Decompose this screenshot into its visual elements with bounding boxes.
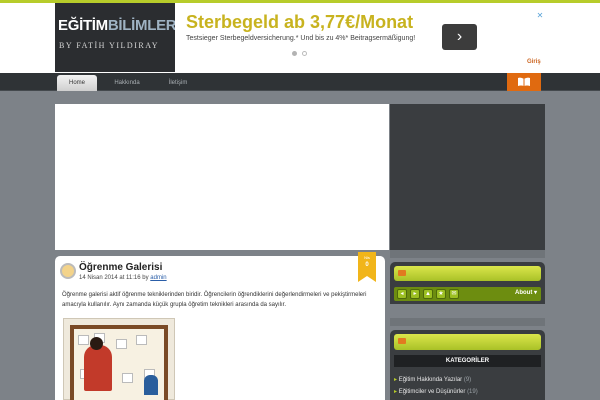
folder-icon — [398, 270, 406, 276]
post-author-link[interactable]: admin — [150, 275, 166, 281]
bullet-icon: ▸ — [394, 389, 398, 395]
post-card: Öğrenme Galerisi 14 Nisan 2014 at 11:16 … — [55, 252, 385, 400]
arrow-right-icon[interactable]: ▸ — [410, 289, 420, 299]
person-figure-2 — [144, 375, 158, 395]
date-ribbon: Nis 0 — [358, 252, 376, 282]
sidebar-box-top — [390, 104, 545, 250]
widget-header-bar — [394, 266, 541, 281]
category-name[interactable]: Eğitim Hakkında Yazılar — [399, 377, 462, 383]
mail-icon[interactable]: ✉ — [449, 289, 459, 299]
paper-sheet — [78, 335, 89, 345]
sidebar-widget: ◂ ▸ ▲ ★ ✉ About ▾ — [390, 262, 545, 304]
login-link[interactable]: Giriş — [527, 59, 541, 65]
open-book-icon[interactable] — [507, 73, 541, 91]
paper-sheet — [116, 339, 127, 349]
post-title[interactable]: Öğrenme Galerisi — [79, 262, 162, 273]
sidebar-divider — [390, 250, 545, 258]
ad-arrow-button[interactable]: › — [442, 24, 477, 50]
post-category-icon — [60, 263, 76, 279]
category-item[interactable]: ▸ Eğitim Hakkında Yazılar (9) — [394, 376, 471, 383]
folder-icon — [398, 338, 406, 344]
site-logo[interactable]: EĞİTİMBİLİMLERİ BY FATİH YILDIRAY — [55, 3, 175, 72]
arrow-left-icon[interactable]: ◂ — [397, 289, 407, 299]
ad-text: Testsieger Sterbegeldversicherung.* Und … — [186, 35, 416, 42]
bullet-icon: ▸ — [394, 377, 398, 383]
logo-word-2: BİLİMLERİ — [107, 17, 175, 34]
paper-sheet — [136, 335, 147, 345]
widget-header-bar — [394, 334, 541, 350]
ad-dot[interactable] — [302, 51, 307, 56]
thumbs-up-icon[interactable]: ▲ — [423, 289, 433, 299]
paper-sheet — [122, 373, 133, 383]
ad-close-icon[interactable]: ✕ — [535, 12, 545, 20]
nav-item-contact[interactable]: İletişim — [163, 75, 193, 91]
logo-word-1: EĞİTİM — [58, 17, 108, 34]
category-count: (9) — [463, 377, 472, 383]
post-excerpt: Öğrenme galerisi aktif öğrenme teknikler… — [62, 292, 367, 308]
categories-title: KATEGORİLER — [394, 355, 541, 367]
ribbon-month: Nis — [364, 255, 370, 260]
category-name[interactable]: Eğitimciler ve Düşünürler — [399, 389, 466, 395]
nav-item-home[interactable]: Home — [57, 75, 97, 91]
ad-dot-active[interactable] — [292, 51, 297, 56]
category-item[interactable]: ▸ Eğitimciler ve Düşünürler (19) — [394, 388, 478, 395]
ribbon-day: 0 — [365, 262, 369, 268]
star-icon[interactable]: ★ — [436, 289, 446, 299]
ad-banner[interactable]: Sterbegeld ab 3,77€/Monat Testsieger Ste… — [183, 12, 545, 58]
categories-widget: KATEGORİLER ▸ Eğitim Hakkında Yazılar (9… — [390, 330, 545, 400]
widget-toolbar: ◂ ▸ ▲ ★ ✉ About ▾ — [394, 287, 541, 301]
post-meta: 14 Nisan 2014 at 11:16 by admin — [79, 275, 167, 281]
logo-byline: BY FATİH YILDIRAY — [59, 41, 160, 50]
category-count: (19) — [467, 389, 478, 395]
about-dropdown[interactable]: About ▾ — [515, 289, 537, 296]
sidebar-divider — [390, 318, 545, 326]
post-date: 14 Nisan 2014 at 11:16 by — [79, 275, 149, 281]
person-figure — [84, 345, 112, 391]
post-image[interactable] — [63, 318, 175, 400]
nav-item-about[interactable]: Hakkında — [110, 75, 144, 91]
person-head — [90, 337, 103, 350]
ad-title[interactable]: Sterbegeld ab 3,77€/Monat — [186, 12, 413, 33]
featured-slider[interactable] — [55, 104, 389, 250]
